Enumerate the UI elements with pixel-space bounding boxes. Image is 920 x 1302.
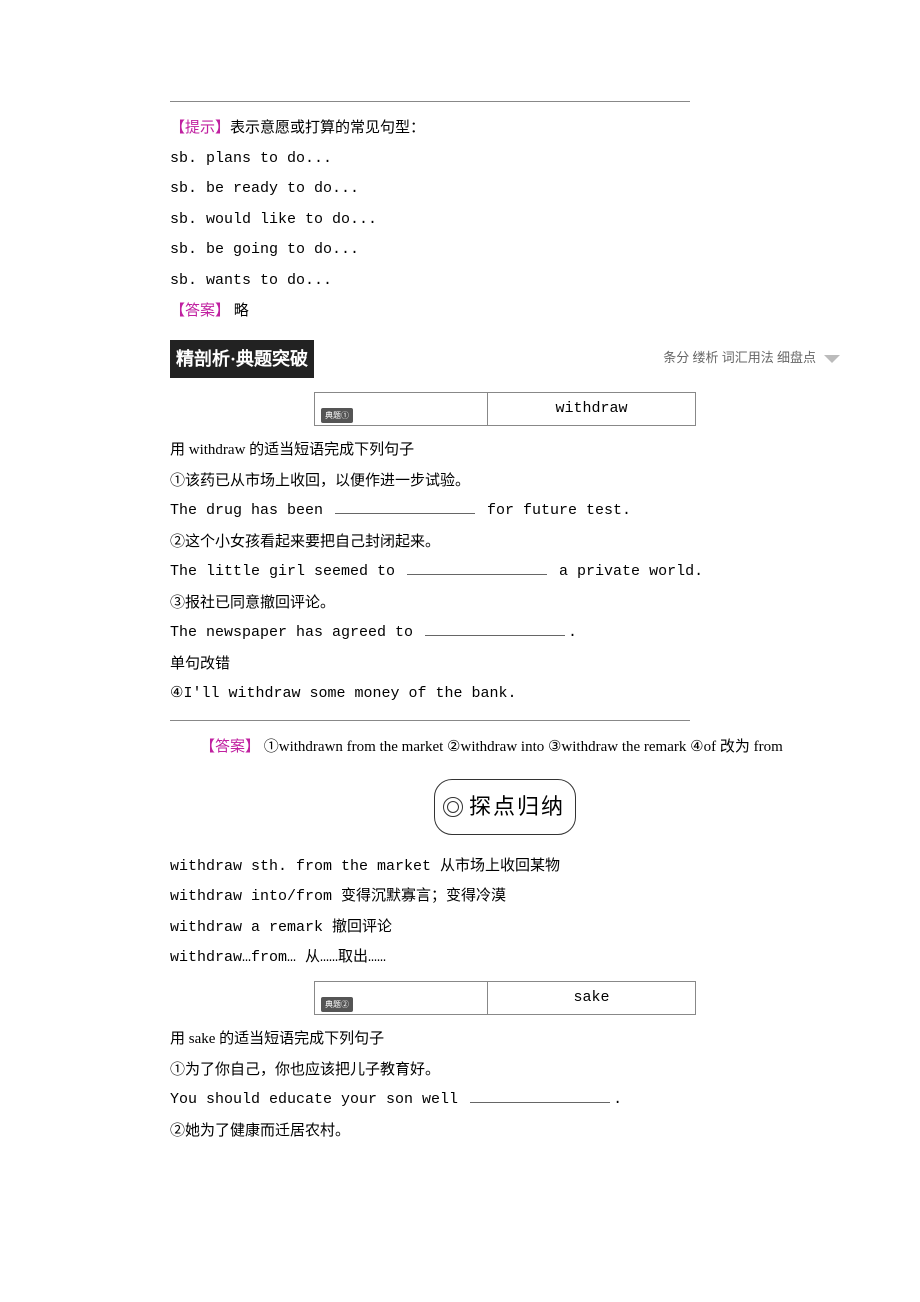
pattern-line: sb. plans to do... xyxy=(170,145,840,174)
section-header: 精剖析·典题突破 条分 缕析 词汇用法 细盘点 xyxy=(170,340,840,378)
text: for future test. xyxy=(478,502,631,519)
word-box-2: 典题② sake xyxy=(314,981,696,1016)
triangle-down-icon xyxy=(824,355,840,363)
hint-line: 【提示】表示意愿或打算的常见句型： xyxy=(170,114,840,143)
answer-text: ①withdrawn from the market ②withdraw int… xyxy=(260,739,783,755)
q1-2-cn: ②这个小女孩看起来要把自己封闭起来。 xyxy=(170,528,840,557)
word-box-left: 典题① xyxy=(315,393,488,426)
text: The drug has been xyxy=(170,502,332,519)
blank xyxy=(335,500,475,515)
summary-item: withdraw sth. from the market 从市场上收回某物 xyxy=(170,853,840,882)
text: a private world. xyxy=(550,563,703,580)
answer-label: 【答案】 xyxy=(170,303,230,319)
blank xyxy=(470,1089,610,1104)
summary-box: 探点归纳 xyxy=(395,779,615,835)
q1-3-en: The newspaper has agreed to . xyxy=(170,619,840,648)
q1-2-en: The little girl seemed to a private worl… xyxy=(170,558,840,587)
word-box-left: 典题② xyxy=(315,982,488,1015)
q1-4: ④I'll withdraw some money of the bank. xyxy=(170,680,840,709)
q2-1-en: You should educate your son well . xyxy=(170,1086,840,1115)
summary-item: withdraw…from… 从……取出…… xyxy=(170,944,840,973)
text: The newspaper has agreed to xyxy=(170,624,422,641)
q2-1-cn: ①为了你自己，你也应该把儿子教育好。 xyxy=(170,1056,840,1085)
example-badge: 典题① xyxy=(321,408,353,423)
text: The little girl seemed to xyxy=(170,563,404,580)
section-header-right: 条分 缕析 词汇用法 细盘点 xyxy=(663,346,840,371)
answer-line: 【答案】 ①withdrawn from the market ②withdra… xyxy=(170,733,840,762)
summary-label: 探点归纳 xyxy=(434,779,576,835)
example-badge: 典题② xyxy=(321,997,353,1012)
section-header-left: 精剖析·典题突破 xyxy=(170,340,314,378)
err-title: 单句改错 xyxy=(170,650,840,679)
q1-1-cn: ①该药已从市场上收回，以便作进一步试验。 xyxy=(170,467,840,496)
q1-1-en: The drug has been for future test. xyxy=(170,497,840,526)
word-box-word: sake xyxy=(488,982,695,1015)
q1-3-cn: ③报社已同意撤回评论。 xyxy=(170,589,840,618)
blank xyxy=(407,561,547,576)
summary-item: withdraw into/from 变得沉默寡言；变得冷漠 xyxy=(170,883,840,912)
hint-title: 表示意愿或打算的常见句型： xyxy=(230,120,425,136)
rule-line xyxy=(170,719,690,721)
answer-line: 【答案】 略 xyxy=(170,297,840,326)
text: . xyxy=(613,1091,622,1108)
pattern-line: sb. would like to do... xyxy=(170,206,840,235)
summary-item: withdraw a remark 撤回评论 xyxy=(170,914,840,943)
q2-intro: 用 sake 的适当短语完成下列句子 xyxy=(170,1025,840,1054)
blank xyxy=(425,622,565,637)
section-header-right-text: 条分 缕析 词汇用法 细盘点 xyxy=(663,346,816,371)
word-box-word: withdraw xyxy=(488,393,695,426)
top-rule xyxy=(170,100,690,102)
pattern-line: sb. be ready to do... xyxy=(170,175,840,204)
page: 【提示】表示意愿或打算的常见句型： sb. plans to do... sb.… xyxy=(0,0,920,1187)
word-box-1: 典题① withdraw xyxy=(314,392,696,427)
text: . xyxy=(568,624,577,641)
hint-label: 【提示】 xyxy=(170,120,230,136)
answer-label: 【答案】 xyxy=(200,739,260,755)
q1-intro: 用 withdraw 的适当短语完成下列句子 xyxy=(170,436,840,465)
text: You should educate your son well xyxy=(170,1091,467,1108)
answer-text: 略 xyxy=(230,303,249,319)
pattern-line: sb. be going to do... xyxy=(170,236,840,265)
pattern-line: sb. wants to do... xyxy=(170,267,840,296)
q2-2-cn: ②她为了健康而迁居农村。 xyxy=(170,1117,840,1146)
